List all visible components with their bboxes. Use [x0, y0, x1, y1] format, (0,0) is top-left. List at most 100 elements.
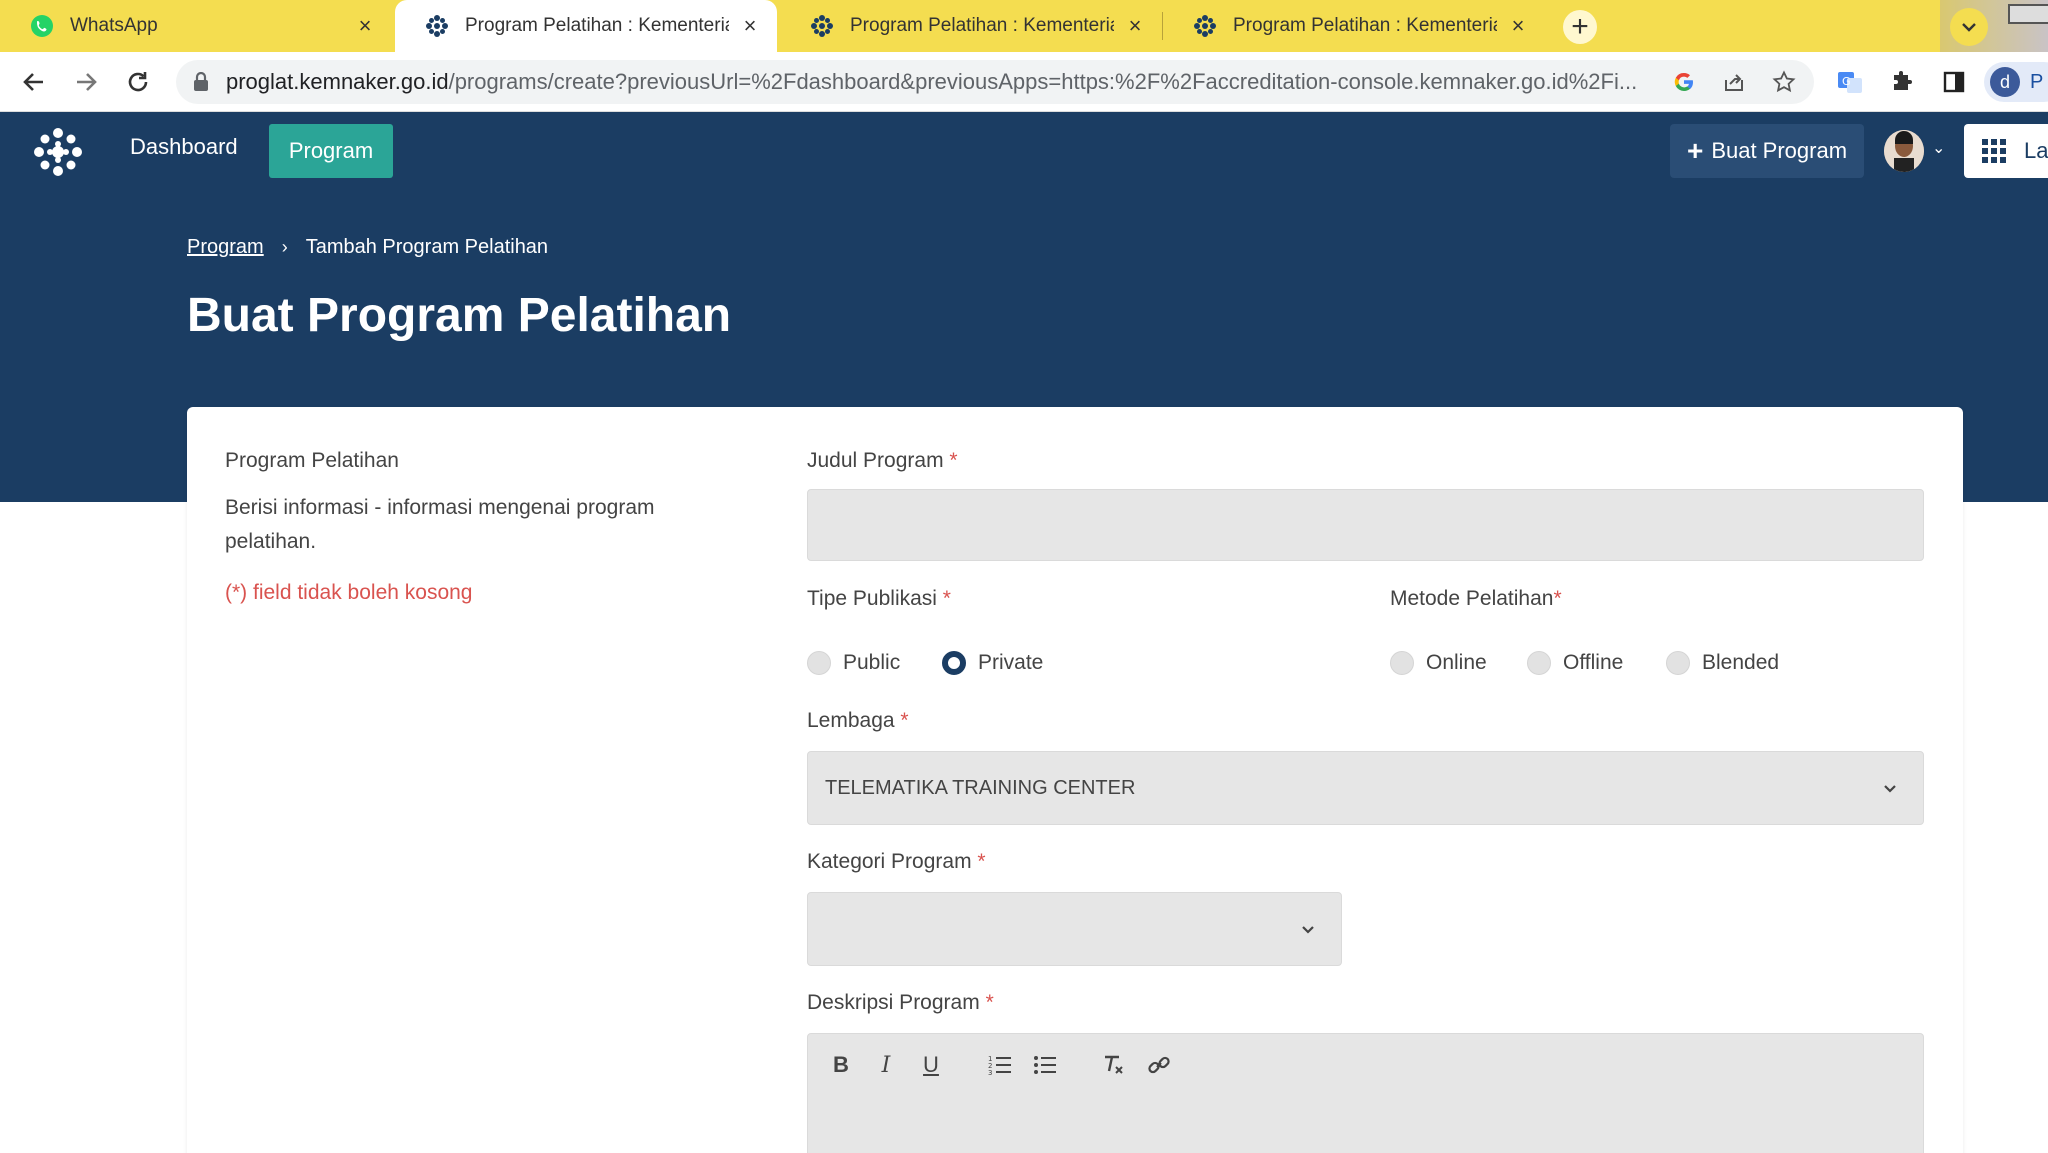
close-icon[interactable]: × [354, 13, 376, 38]
whatsapp-icon [30, 14, 54, 38]
italic-icon[interactable]: I [869, 1050, 903, 1080]
kemnaker-icon [425, 14, 449, 38]
radio-private[interactable]: Private [942, 651, 1043, 675]
lock-icon [190, 71, 212, 93]
plus-icon: + [1686, 135, 1704, 166]
radio-online[interactable]: Online [1390, 651, 1487, 675]
required-asterisk: * [985, 991, 994, 1014]
browser-tab-program-active[interactable]: Program Pelatihan : Kementerian × [395, 0, 777, 52]
forward-button[interactable] [68, 64, 104, 100]
tipe-publikasi-label: Tipe Publikasi * [807, 587, 951, 611]
lembaga-selected-value: TELEMATIKA TRAINING CENTER [825, 776, 1136, 799]
chevron-down-icon [1302, 926, 1314, 934]
translate-icon[interactable]: G [1834, 66, 1866, 98]
svg-text:G: G [1842, 75, 1851, 88]
reload-button[interactable] [120, 64, 156, 100]
create-program-button[interactable]: + Buat Program [1670, 124, 1864, 178]
reload-icon [128, 72, 148, 92]
breadcrumb-program-link[interactable]: Program [187, 236, 264, 259]
radio-circle[interactable] [807, 651, 831, 675]
share-icon[interactable] [1720, 68, 1748, 96]
svg-text:3: 3 [988, 1069, 992, 1076]
bookmark-star-icon[interactable] [1770, 68, 1798, 96]
close-icon[interactable]: × [739, 13, 761, 38]
link-icon[interactable] [1142, 1050, 1176, 1080]
google-icon[interactable] [1670, 68, 1698, 96]
browser-tab-whatsapp[interactable]: WhatsApp × [0, 0, 392, 52]
kemnaker-icon [810, 14, 834, 38]
chevron-right-icon: › [281, 237, 288, 257]
bold-icon[interactable]: B [824, 1050, 858, 1080]
radio-circle[interactable] [1666, 651, 1690, 675]
browser-tab-program[interactable]: Program Pelatihan : Kementerian × [1163, 0, 1545, 52]
kemnaker-logo-icon[interactable] [32, 126, 84, 178]
required-asterisk: * [1553, 587, 1562, 610]
avatar[interactable] [1884, 130, 1924, 172]
kategori-program-label-text: Kategori Program [807, 850, 972, 873]
nav-program[interactable]: Program [269, 124, 393, 178]
side-panel-icon[interactable] [1938, 66, 1970, 98]
radio-blended[interactable]: Blended [1666, 651, 1779, 675]
address-bar[interactable]: proglat.kemnaker.go.id/programs/create?p… [176, 60, 1814, 104]
required-asterisk: * [900, 709, 909, 732]
radio-circle[interactable] [1390, 651, 1414, 675]
ordered-list-icon[interactable]: 123 [983, 1050, 1017, 1080]
judul-program-label: Judul Program * [807, 449, 958, 473]
metode-pelatihan-label-text: Metode Pelatihan [1390, 587, 1554, 610]
program-form-card: Program Pelatihan Berisi informasi - inf… [187, 407, 1963, 1153]
tab-title: Program Pelatihan : Kementerian [1233, 15, 1497, 36]
extensions-puzzle-icon[interactable] [1886, 66, 1918, 98]
metode-pelatihan-label: Metode Pelatihan* [1390, 587, 1562, 611]
browser-profile-button[interactable]: d P [1984, 62, 2048, 102]
profile-label: P [2030, 70, 2044, 93]
apps-label: La [2024, 138, 2048, 163]
judul-program-label-text: Judul Program [807, 449, 944, 472]
url-path: /programs/create?previousUrl=%2Fdashboar… [448, 69, 1638, 94]
kategori-program-select[interactable] [807, 892, 1342, 966]
radio-offline-label: Offline [1563, 651, 1624, 674]
lembaga-select[interactable]: TELEMATIKA TRAINING CENTER [807, 751, 1924, 825]
radio-circle-checked[interactable] [942, 651, 966, 675]
breadcrumb: Program › Tambah Program Pelatihan [187, 236, 548, 259]
apps-launcher-button[interactable]: La [1964, 124, 2048, 178]
nav-dashboard[interactable]: Dashboard [130, 134, 238, 160]
radio-offline[interactable]: Offline [1527, 651, 1623, 675]
required-asterisk: * [977, 850, 986, 873]
kemnaker-icon [1193, 14, 1217, 38]
new-tab-button[interactable]: + [1563, 10, 1597, 44]
back-button[interactable] [16, 64, 52, 100]
section-title: Program Pelatihan [225, 449, 399, 472]
chevron-down-icon[interactable]: ⌄ [1932, 138, 1945, 158]
window-restore-button[interactable] [2008, 4, 2048, 24]
arrow-left-icon [23, 73, 43, 91]
radio-public[interactable]: Public [807, 651, 900, 675]
apps-grid-icon [1982, 139, 2006, 163]
deskripsi-program-label: Deskripsi Program * [807, 991, 994, 1015]
radio-circle[interactable] [1527, 651, 1551, 675]
radio-online-label: Online [1426, 651, 1487, 674]
deskripsi-rich-text-editor[interactable]: B I U 123 [807, 1033, 1924, 1153]
kategori-program-label: Kategori Program * [807, 850, 986, 874]
arrow-right-icon [77, 73, 97, 91]
clear-format-icon[interactable] [1097, 1050, 1131, 1080]
browser-tab-strip: WhatsApp × Program Pelatihan : Kementeri… [0, 0, 2048, 52]
browser-toolbar: proglat.kemnaker.go.id/programs/create?p… [0, 52, 2048, 112]
tab-title: Program Pelatihan : Kementerian [850, 15, 1114, 36]
browser-tab-program[interactable]: Program Pelatihan : Kementerian × [780, 0, 1162, 52]
tab-search-button[interactable] [1950, 8, 1988, 46]
bullet-list-icon[interactable] [1028, 1050, 1062, 1080]
underline-icon[interactable]: U [914, 1050, 948, 1080]
required-note: (*) field tidak boleh kosong [225, 581, 473, 604]
chevron-down-icon [1962, 23, 1976, 32]
create-program-label: Buat Program [1711, 138, 1848, 163]
section-description: Berisi informasi - informasi mengenai pr… [225, 496, 655, 553]
close-icon[interactable]: × [1124, 13, 1146, 38]
chevron-down-icon [1884, 785, 1896, 793]
url-text[interactable]: proglat.kemnaker.go.id/programs/create?p… [226, 69, 1686, 95]
page-title: Buat Program Pelatihan [187, 289, 732, 342]
required-asterisk: * [949, 449, 958, 472]
lembaga-label: Lembaga * [807, 709, 909, 733]
judul-program-input[interactable] [807, 489, 1924, 561]
close-icon[interactable]: × [1507, 13, 1529, 38]
tab-title: WhatsApp [70, 15, 158, 36]
